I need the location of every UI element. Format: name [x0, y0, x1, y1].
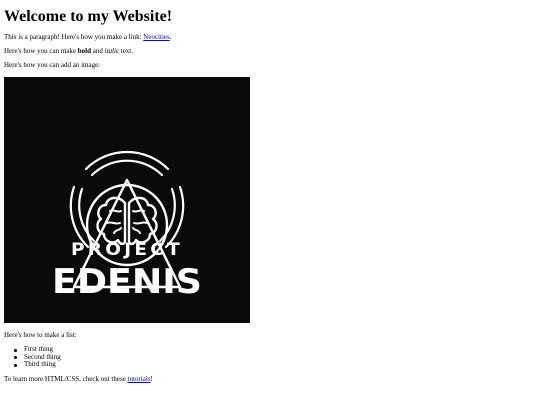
mid-ring-arc-left: [78, 187, 96, 243]
paragraph-link-before: This is a paragraph! Here's how you make…: [4, 33, 144, 41]
brain-left-hemisphere: [96, 196, 127, 246]
paragraph-format-after: text.: [119, 47, 133, 55]
brain-fold-left-3: [113, 227, 122, 234]
project-edenis-logo-image: PROJECT EDENIS: [4, 77, 250, 323]
paragraph-format-before: Here's how you can make: [4, 47, 78, 55]
paragraph-learn-before: To learn more HTML/CSS, check out these: [4, 375, 128, 383]
brain-fold-right-2: [133, 221, 148, 225]
page-title: Welcome to my Website!: [4, 8, 173, 25]
tutorials-link[interactable]: tutorials: [128, 375, 151, 383]
paragraph-link: This is a paragraph! Here's how you make…: [4, 33, 171, 41]
paragraph-format-middle: and: [91, 47, 105, 55]
brain-fold-right-1: [132, 209, 145, 213]
list-item: Third thing: [14, 360, 61, 369]
paragraph-image: Here's how you can add an image:: [4, 61, 101, 69]
paragraph-link-after: .: [169, 33, 172, 41]
brain-fold-left-2: [106, 221, 121, 225]
paragraph-learn-after: !: [150, 375, 153, 383]
mid-ring-arc-right: [158, 187, 176, 243]
brain-fold-right-3: [132, 227, 141, 234]
neocities-link[interactable]: Neocities: [143, 33, 169, 41]
brain-right-hemisphere: [127, 196, 158, 246]
logo-text-line2: EDENIS: [52, 262, 202, 302]
page-content: Welcome to my Website! This is a paragra…: [4, 0, 534, 383]
paragraph-learn: To learn more HTML/CSS, check out these …: [4, 375, 153, 383]
brain-fold-left-1: [109, 209, 122, 213]
logo-text-line1: PROJECT: [71, 240, 183, 260]
mid-ring-arc-top: [90, 159, 164, 177]
italic-text: italic: [104, 47, 119, 55]
paragraph-format: Here's how you can make bold and italic …: [4, 47, 133, 55]
bullet-list: First thing Second thing Third thing: [4, 345, 61, 369]
bold-text: bold: [77, 47, 91, 55]
logo-graphic: PROJECT EDENIS: [52, 151, 202, 302]
paragraph-list: Here's how to make a list:: [4, 331, 77, 339]
